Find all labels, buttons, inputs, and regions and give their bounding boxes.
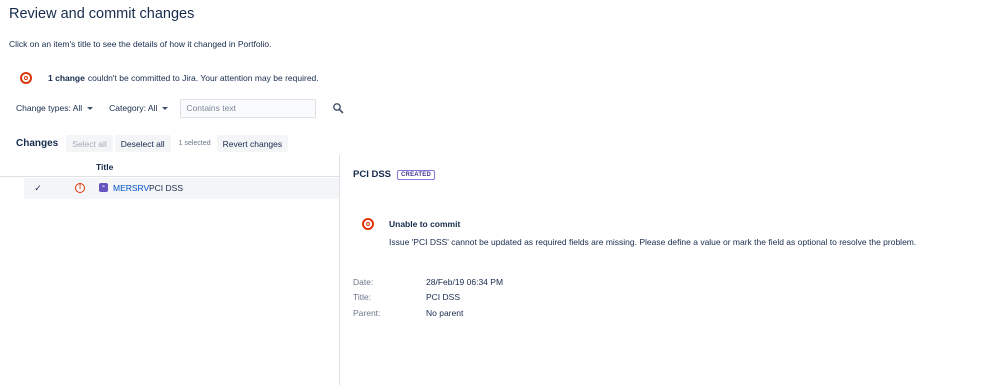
epic-icon: ⌁ xyxy=(99,183,108,192)
commit-warning: 1 change couldn't be committed to Jira. … xyxy=(20,72,319,84)
error-message: Issue 'PCI DSS' cannot be updated as req… xyxy=(389,237,917,247)
detail-fields: Date: 28/Feb/19 06:34 PM Title: PCI DSS … xyxy=(353,274,503,321)
detail-title: PCI DSS xyxy=(353,169,392,180)
field-label: Parent: xyxy=(353,307,381,318)
column-title: Title xyxy=(96,162,114,172)
revert-changes-button[interactable]: Revert changes xyxy=(216,135,289,152)
warning-message: couldn't be committed to Jira. Your atte… xyxy=(87,73,319,83)
search-icon[interactable] xyxy=(332,102,344,114)
field-value: PCI DSS xyxy=(426,292,461,303)
status-badge: CREATED xyxy=(397,169,435,180)
warning-count: 1 change xyxy=(48,73,85,83)
page-intro: Click on an item's title to see the deta… xyxy=(9,39,272,49)
error-heading: Unable to commit xyxy=(389,219,461,229)
row-checkbox[interactable]: ✓ xyxy=(33,183,43,193)
page-title: Review and commit changes xyxy=(9,6,195,22)
field-value: 28/Feb/19 06:34 PM xyxy=(426,276,504,287)
issue-key-link[interactable]: MERSRV xyxy=(113,183,149,193)
deselect-all-button[interactable]: Deselect all xyxy=(114,135,171,152)
error-icon xyxy=(362,218,374,230)
error-icon xyxy=(20,72,32,84)
detail-header: PCI DSS CREATED xyxy=(353,169,435,180)
field-label: Date: xyxy=(353,276,374,287)
changes-toolbar: Changes Select all Deselect all 1 select… xyxy=(16,135,290,152)
field-title: Title: PCI DSS xyxy=(353,290,503,306)
changes-heading: Changes xyxy=(16,138,59,149)
list-header: Title xyxy=(0,155,339,177)
change-types-label: Change types: All xyxy=(16,103,83,113)
changes-list: Title ✓ ! ⌁ MERSRV PCI DSS xyxy=(0,155,340,385)
change-detail: PCI DSS CREATED Unable to commit Issue '… xyxy=(352,155,992,385)
field-value: No parent xyxy=(426,307,464,318)
chevron-down-icon xyxy=(162,106,169,110)
chevron-down-icon xyxy=(87,106,94,110)
table-row[interactable]: ✓ ! ⌁ MERSRV PCI DSS xyxy=(24,178,339,199)
field-label: Title: xyxy=(353,292,372,303)
field-date: Date: 28/Feb/19 06:34 PM xyxy=(353,274,503,290)
category-label: Category: All xyxy=(109,103,158,113)
change-types-dropdown[interactable]: Change types: All xyxy=(16,103,94,113)
filter-bar: Change types: All Category: All xyxy=(16,98,317,118)
contains-text-input[interactable] xyxy=(180,98,317,118)
category-dropdown[interactable]: Category: All xyxy=(109,103,169,113)
error-icon: ! xyxy=(75,183,85,193)
select-all-button[interactable]: Select all xyxy=(66,135,113,152)
issue-title-link[interactable]: PCI DSS xyxy=(149,183,183,193)
field-parent: Parent: No parent xyxy=(353,305,503,321)
selected-count: 1 selected xyxy=(178,140,211,147)
